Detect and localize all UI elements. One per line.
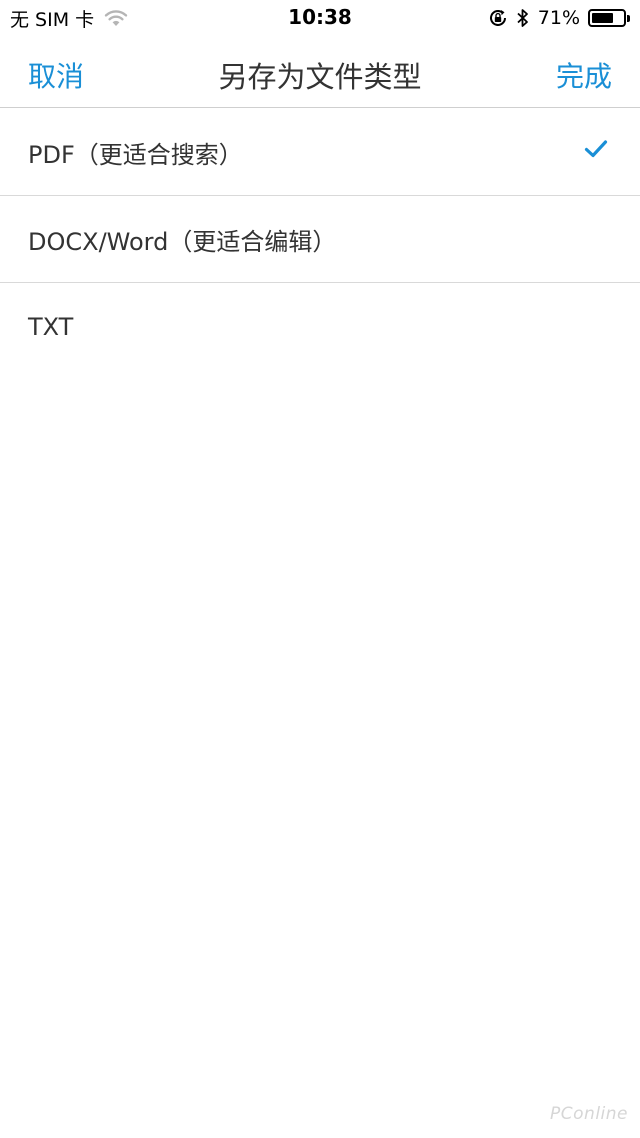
file-type-option-txt[interactable]: TXT [0, 283, 640, 370]
file-type-option-pdf[interactable]: PDF（更适合搜索） [0, 109, 640, 196]
battery-body [588, 9, 626, 27]
battery-percent: 71% [537, 7, 580, 29]
done-button[interactable]: 完成 [556, 55, 612, 95]
status-right: 71% [488, 6, 630, 30]
watermark-logo: PConline [550, 1104, 628, 1124]
page-title: 另存为文件类型 [218, 60, 422, 94]
lock-rotation-icon [488, 8, 508, 28]
screen: 无 SIM 卡 10:38 71% 取消 另存为文件类型 完成 PDF（更适合搜… [0, 0, 640, 1138]
battery-fill [592, 13, 614, 23]
battery-icon [588, 9, 630, 27]
option-label: PDF（更适合搜索） [28, 140, 243, 169]
option-label: DOCX/Word（更适合编辑） [28, 227, 337, 256]
option-label: TXT [28, 312, 74, 341]
battery-cap [627, 14, 630, 22]
file-type-list: PDF（更适合搜索） DOCX/Word（更适合编辑） TXT [0, 109, 640, 370]
nav-bar: 取消 另存为文件类型 完成 [0, 36, 640, 108]
file-type-option-docx[interactable]: DOCX/Word（更适合编辑） [0, 196, 640, 283]
checkmark-icon [584, 139, 608, 159]
status-bar: 无 SIM 卡 10:38 71% [0, 0, 640, 36]
bluetooth-icon [516, 8, 530, 28]
